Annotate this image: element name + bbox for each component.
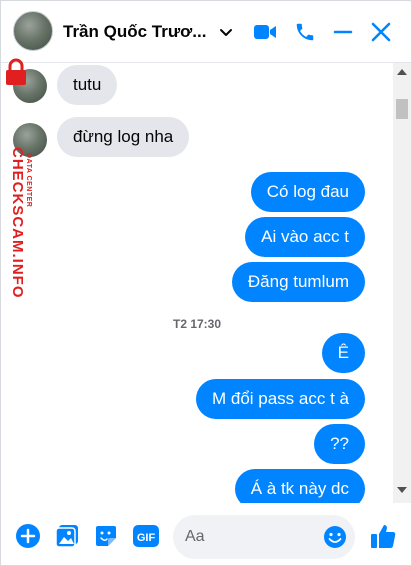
minimize-icon[interactable] [329,18,357,46]
image-icon[interactable] [54,523,80,549]
contact-name[interactable]: Trần Quốc Trươ... [63,22,206,42]
message-bubble-outgoing[interactable]: Ê [321,333,365,373]
watermark-text: CHECKSCAM.INFO [9,147,26,299]
scroll-down-arrow-icon[interactable] [397,487,407,493]
message-input-container[interactable] [173,515,355,559]
video-call-icon[interactable] [251,18,279,46]
message-bubble-outgoing[interactable]: Đăng tumlum [231,262,365,302]
close-icon[interactable] [367,18,395,46]
message-bubble-outgoing[interactable]: M đổi pass acc t à [195,379,365,419]
gif-label: GIF [137,532,156,544]
composer: GIF [1,503,411,565]
message-input[interactable] [185,515,315,559]
gif-icon[interactable]: GIF [132,523,160,549]
emoji-icon[interactable] [323,525,347,549]
watermark-subtext: DATA CENTER [25,153,32,208]
message-bubble-outgoing[interactable]: ?? [314,424,365,464]
contact-avatar[interactable] [13,11,53,51]
phone-call-icon[interactable] [291,18,319,46]
watermark: CHECKSCAM.INFO DATA CENTER [3,57,32,299]
message-bubble-outgoing[interactable]: Á à tk này dc [234,469,365,503]
watermark-lock-icon [6,58,26,85]
message-bubble-incoming[interactable]: đừng log nha [57,117,190,157]
message-bubble-outgoing[interactable]: Ai vào acc t [245,217,365,257]
message-bubble-outgoing[interactable]: Có log đau [250,172,365,212]
chevron-down-icon[interactable] [219,25,233,39]
scrollbar[interactable] [393,63,411,503]
scroll-up-arrow-icon[interactable] [397,69,407,75]
message-bubble-incoming[interactable]: tutu [57,65,118,105]
scroll-thumb[interactable] [396,99,408,119]
message-list[interactable]: tutu đừng log nha Có log đau Ai vào acc … [1,63,393,503]
add-icon[interactable] [15,523,41,549]
like-icon[interactable] [369,522,397,550]
chat-window: Trần Quốc Trươ... tutu đừng log nha Có l… [0,0,412,566]
message-timestamp: T2 17:30 [172,317,222,331]
chat-header: Trần Quốc Trươ... [1,1,411,63]
sticker-icon[interactable] [93,523,119,549]
